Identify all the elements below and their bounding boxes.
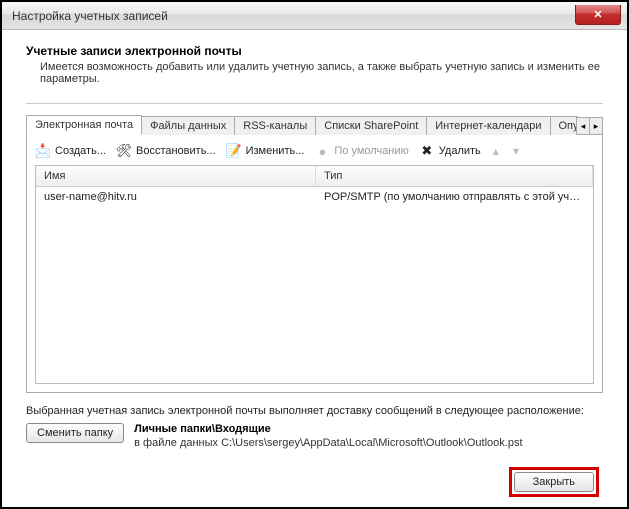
column-name[interactable]: Имя bbox=[36, 166, 316, 186]
delete-button[interactable]: ✖ Удалить bbox=[419, 143, 481, 159]
delivery-info: Выбранная учетная запись электронной поч… bbox=[26, 405, 603, 417]
titlebar: Настройка учетных записей ✕ bbox=[2, 2, 627, 30]
edit-label: Изменить... bbox=[246, 145, 305, 157]
accounts-list[interactable]: Имя Тип user-name@hitv.ru POP/SMTP (по у… bbox=[35, 165, 594, 384]
window-close-button[interactable]: ✕ bbox=[575, 5, 621, 25]
tabstrip: Электронная почта Файлы данных RSS-канал… bbox=[26, 114, 603, 135]
arrow-up-icon: ▴ bbox=[493, 144, 499, 158]
close-button-highlight: Закрыть bbox=[509, 467, 599, 497]
create-label: Создать... bbox=[55, 145, 106, 157]
move-up-button: ▴ bbox=[491, 144, 501, 158]
section-description: Имеется возможность добавить или удалить… bbox=[40, 61, 603, 85]
tab-scroll-right[interactable]: ▸ bbox=[589, 117, 603, 135]
list-header: Имя Тип bbox=[36, 166, 593, 187]
restore-button[interactable]: 🛠 Восстановить... bbox=[116, 143, 216, 159]
cell-type: POP/SMTP (по умолчанию отправлять с этой… bbox=[316, 187, 593, 207]
cell-name: user-name@hitv.ru bbox=[36, 187, 316, 207]
default-label: По умолчанию bbox=[334, 145, 408, 157]
close-button[interactable]: Закрыть bbox=[514, 472, 594, 492]
tab-scroll-left[interactable]: ◂ bbox=[576, 117, 590, 135]
tab-rss[interactable]: RSS-каналы bbox=[234, 116, 316, 135]
default-button: ● По умолчанию bbox=[314, 143, 408, 159]
divider bbox=[26, 103, 603, 104]
delivery-folder-title: Личные папки\Входящие bbox=[134, 423, 522, 435]
tabpanel-email: 📩 Создать... 🛠 Восстановить... 📝 Изменит… bbox=[26, 135, 603, 393]
tab-data-files[interactable]: Файлы данных bbox=[141, 116, 235, 135]
tab-published[interactable]: Опубликован bbox=[550, 116, 579, 135]
new-mail-icon: 📩 bbox=[35, 143, 51, 159]
repair-icon: 🛠 bbox=[116, 143, 132, 159]
tab-email[interactable]: Электронная почта bbox=[26, 115, 142, 135]
chevron-left-icon: ◂ bbox=[581, 121, 586, 132]
change-folder-button[interactable]: Сменить папку bbox=[26, 423, 124, 443]
arrow-down-icon: ▾ bbox=[513, 144, 519, 158]
window-title: Настройка учетных записей bbox=[12, 9, 168, 23]
chevron-right-icon: ▸ bbox=[594, 121, 599, 132]
tab-internet-calendars[interactable]: Интернет-календари bbox=[426, 116, 550, 135]
check-circle-icon: ● bbox=[314, 143, 330, 159]
accounts-toolbar: 📩 Создать... 🛠 Восстановить... 📝 Изменит… bbox=[27, 135, 602, 165]
create-button[interactable]: 📩 Создать... bbox=[35, 143, 106, 159]
table-row[interactable]: user-name@hitv.ru POP/SMTP (по умолчанию… bbox=[36, 187, 593, 207]
delivery-folder-path: в файле данных C:\Users\sergey\AppData\L… bbox=[134, 437, 522, 449]
close-icon: ✕ bbox=[593, 8, 602, 21]
delete-label: Удалить bbox=[439, 145, 481, 157]
edit-icon: 📝 bbox=[226, 143, 242, 159]
restore-label: Восстановить... bbox=[136, 145, 216, 157]
delete-icon: ✖ bbox=[419, 143, 435, 159]
move-down-button: ▾ bbox=[511, 144, 521, 158]
section-title: Учетные записи электронной почты bbox=[26, 44, 603, 58]
column-type[interactable]: Тип bbox=[316, 166, 593, 186]
tab-sharepoint[interactable]: Списки SharePoint bbox=[315, 116, 427, 135]
edit-button[interactable]: 📝 Изменить... bbox=[226, 143, 305, 159]
